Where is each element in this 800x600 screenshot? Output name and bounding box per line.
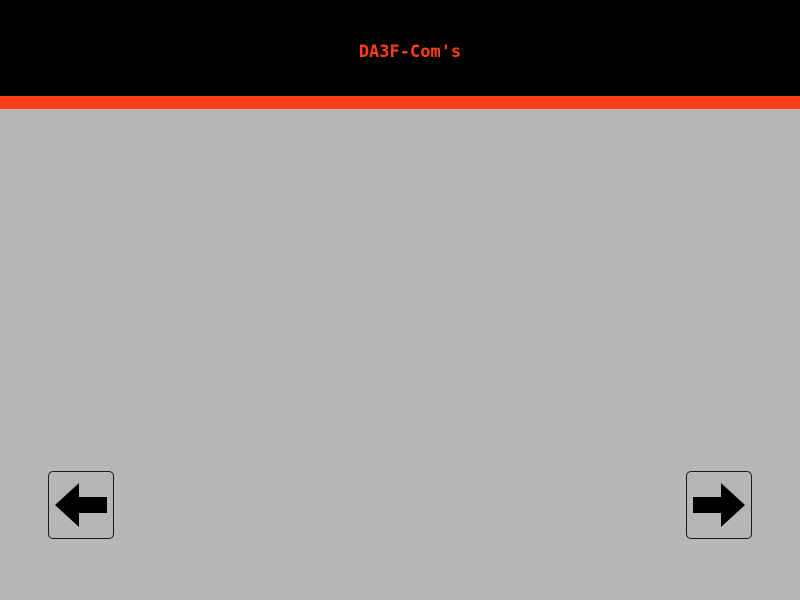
content-area: [0, 109, 800, 600]
arrow-right-icon: [693, 483, 745, 527]
arrow-left-icon: [55, 483, 107, 527]
header-bar: DA3F-Com's: [0, 0, 800, 96]
accent-divider: [0, 96, 800, 109]
app-title: DA3F-Com's: [358, 42, 462, 62]
next-button[interactable]: [686, 471, 752, 539]
app-window: DA3F-Com's: [0, 0, 800, 600]
previous-button[interactable]: [48, 471, 114, 539]
